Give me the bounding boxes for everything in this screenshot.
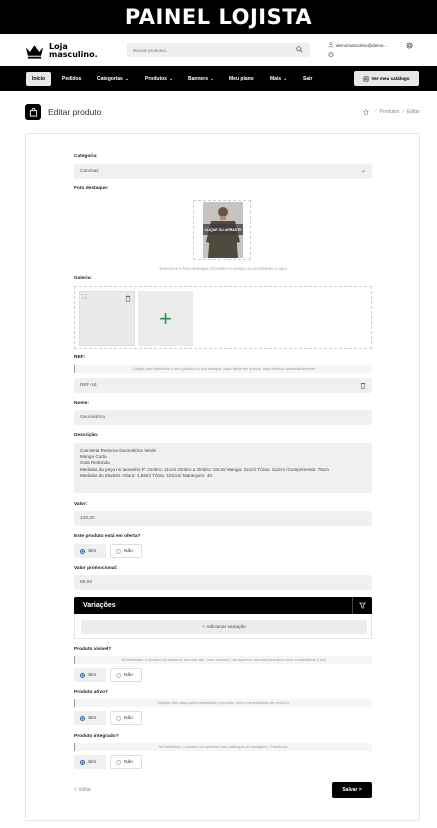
price-label: Valor: [74, 502, 88, 507]
nav-item-categorias[interactable]: Categorias ⌄ [94, 72, 132, 86]
chevron-down-icon: ⌄ [283, 76, 288, 82]
nav-item-pedidos[interactable]: Pedidos [59, 72, 84, 86]
variations-header: Variações [74, 597, 372, 614]
user-icon [328, 42, 334, 48]
visible-yes-radio[interactable]: Sim [74, 668, 106, 682]
chevron-down-icon: ⌄ [210, 76, 215, 82]
store-logo[interactable]: Loja masculino. [25, 41, 105, 61]
featured-photo-label: Foto destaque: [74, 186, 109, 191]
name-input[interactable]: Geométrica [74, 410, 372, 425]
description-textarea[interactable]: Camiseta Reserva Geométrica Verde Manga … [74, 443, 372, 493]
gallery-dropzone: + [74, 286, 372, 349]
name-label: Nome: [74, 401, 89, 406]
breadcrumb: / Produtos / Editar [363, 109, 420, 115]
breadcrumb-produtos[interactable]: Produtos [380, 109, 400, 115]
on-sale-no-radio[interactable]: Não [110, 544, 142, 558]
on-sale-yes-radio[interactable]: Sim [74, 544, 106, 558]
on-sale-label: Este produto está em oferta? [74, 534, 141, 539]
breadcrumb-separator: / [375, 109, 377, 115]
ref-input[interactable]: REF-18 [74, 378, 372, 393]
add-variation-button[interactable]: + Adicionar variação [81, 620, 367, 634]
back-link[interactable]: < Voltar [74, 787, 91, 793]
logo-text: Loja masculino. [49, 42, 98, 59]
page-title: Editar produto [48, 107, 102, 117]
chevron-down-icon: ⌄ [168, 76, 174, 82]
view-catalog-button[interactable]: Ver meu catálogo [354, 71, 419, 86]
ref-label: REF: [74, 355, 86, 360]
visible-label: Produto visível? [74, 647, 112, 652]
active-yes-radio[interactable]: Sim [74, 711, 106, 725]
save-button[interactable]: Salvar > [332, 782, 372, 798]
price-input[interactable]: 120,00 [74, 511, 372, 526]
catalog-icon [364, 76, 369, 81]
integrated-no-radio[interactable]: Não [110, 755, 142, 769]
visible-no-radio[interactable]: Não [110, 668, 142, 682]
crown-icon [25, 45, 44, 59]
power-icon[interactable] [328, 51, 334, 57]
breadcrumb-editar: Editar [406, 109, 420, 115]
active-no-radio[interactable]: Não [110, 711, 142, 725]
promo-price-input[interactable]: 89,00 [74, 575, 372, 590]
ref-hint: Código para identificar o seu produto no… [74, 365, 372, 373]
product-photo: CLIQUE OU ARRASTE [203, 202, 243, 258]
search-bar [127, 43, 310, 57]
visible-hint: Se habilitado, o produto irá aparecer em… [74, 656, 372, 664]
category-label: Categoria: [74, 154, 98, 159]
active-hint: Marque não caso queira desabilitar o pro… [74, 699, 372, 707]
active-label: Produto ativo? [74, 690, 108, 695]
user-email: demomasculino@demo... [336, 42, 388, 48]
trash-icon[interactable] [360, 382, 366, 389]
search-input[interactable] [133, 47, 293, 53]
broken-image-icon [82, 294, 87, 299]
gear-icon[interactable] [406, 42, 413, 49]
gallery-add-button[interactable]: + [138, 291, 193, 346]
variations-panel: + Adicionar variação [74, 614, 372, 639]
integrated-label: Produto integrado? [74, 734, 119, 739]
integrated-yes-radio[interactable]: Sim [74, 755, 106, 769]
main-nav: Início Pedidos Categorias ⌄ Produtos ⌄ Ban… [0, 66, 437, 91]
home-icon[interactable] [363, 109, 369, 115]
featured-photo-dropzone[interactable]: CLIQUE OU ARRASTE [193, 200, 251, 260]
nav-item-meu-plano[interactable]: Meu plano [226, 72, 257, 86]
category-select[interactable]: Camisas ⌄ [74, 164, 372, 179]
nav-item-mais[interactable]: Mais ⌄ [267, 72, 290, 86]
description-label: Descrição: [74, 433, 99, 438]
page-header: Editar produto / Produtos / Editar [25, 104, 420, 120]
nav-item-inicio[interactable]: Início [26, 72, 52, 86]
user-account[interactable]: demomasculino@demo... [328, 42, 418, 48]
user-area: demomasculino@demo... [328, 42, 418, 60]
gallery-label: Galeria: [74, 276, 92, 281]
bag-icon [29, 107, 37, 117]
integrated-hint: Se habilitado, o produto irá aparecer no… [74, 743, 372, 751]
nav-item-banners[interactable]: Banners ⌄ [185, 72, 217, 86]
filter-icon [359, 602, 366, 609]
panel-banner: PAINEL LOJISTA [0, 0, 437, 34]
chevron-down-icon: ⌄ [124, 76, 130, 82]
photo-hint: Selecione a foto destaque clicando no ca… [159, 266, 287, 271]
breadcrumb-separator: / [402, 109, 404, 115]
filter-button[interactable] [352, 597, 372, 614]
photo-upload-overlay[interactable]: CLIQUE OU ARRASTE [203, 224, 243, 235]
promo-price-label: Valor promocional: [74, 566, 118, 571]
gallery-image[interactable] [79, 291, 135, 346]
search-icon[interactable] [296, 46, 303, 53]
nav-item-sair[interactable]: Sair [300, 72, 315, 86]
trash-icon[interactable] [125, 295, 131, 302]
page-icon [25, 104, 41, 120]
chevron-down-icon: ⌄ [360, 168, 366, 174]
nav-item-produtos[interactable]: Produtos ⌄ [142, 72, 176, 86]
top-bar: Loja masculino. demomasculino@demo... [0, 34, 437, 66]
